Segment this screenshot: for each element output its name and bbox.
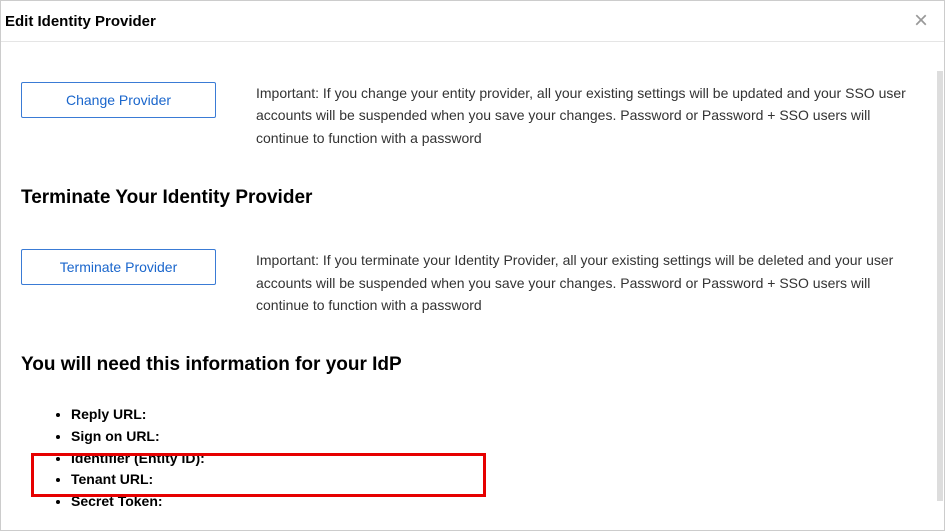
idp-info-list: Reply URL: Sign on URL: Identifier (Enti… [21, 404, 924, 512]
scrollbar[interactable] [937, 71, 943, 501]
dialog-header: Edit Identity Provider × [1, 1, 944, 42]
dialog-title: Edit Identity Provider [5, 13, 156, 30]
list-item-identifier: Identifier (Entity ID): [71, 448, 924, 470]
change-provider-section: Change Provider Important: If you change… [21, 82, 924, 149]
list-item-sign-on-url: Sign on URL: [71, 426, 924, 448]
terminate-provider-important-text: Important: If you terminate your Identit… [256, 249, 924, 316]
dialog-body: Change Provider Important: If you change… [1, 42, 944, 525]
terminate-provider-section: Terminate Provider Important: If you ter… [21, 249, 924, 316]
list-item-tenant-url: Tenant URL: [71, 469, 924, 491]
terminate-provider-heading: Terminate Your Identity Provider [21, 187, 924, 209]
idp-info-heading: You will need this information for your … [21, 354, 924, 376]
list-item-reply-url: Reply URL: [71, 404, 924, 426]
close-icon[interactable]: × [910, 9, 932, 33]
terminate-provider-button[interactable]: Terminate Provider [21, 249, 216, 285]
change-provider-button[interactable]: Change Provider [21, 82, 216, 118]
change-provider-important-text: Important: If you change your entity pro… [256, 82, 924, 149]
list-item-secret-token: Secret Token: [71, 491, 924, 513]
